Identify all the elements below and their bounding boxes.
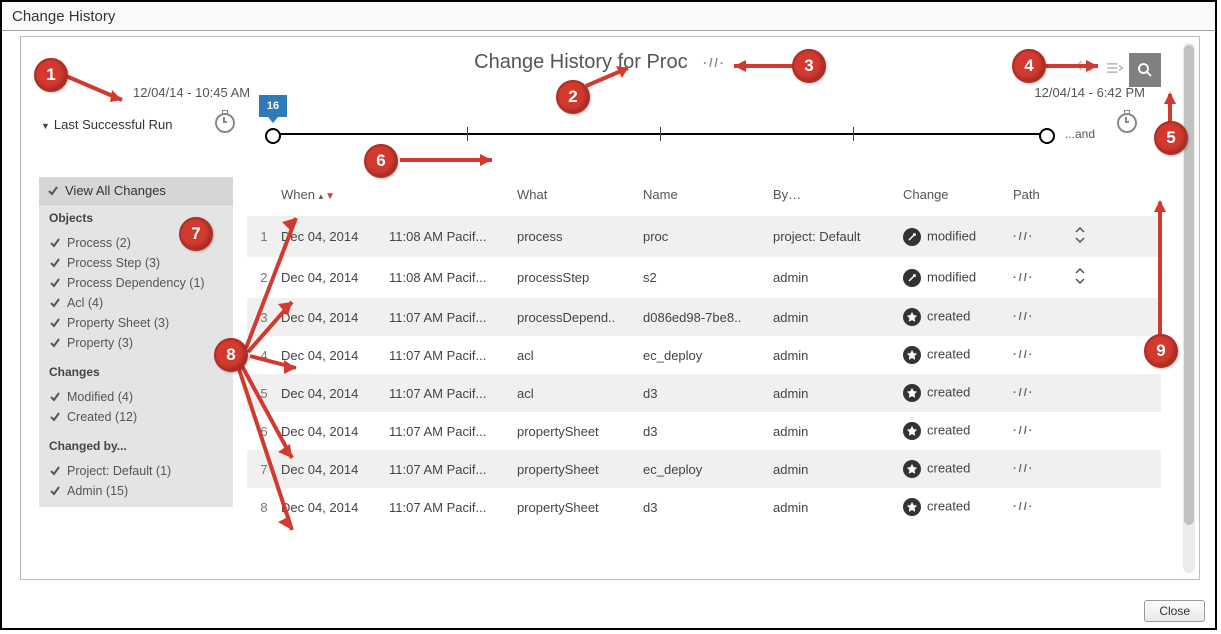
- created-icon: [903, 422, 921, 440]
- window-title: Change History: [2, 2, 1215, 31]
- col-when[interactable]: When ▴▼: [281, 187, 389, 202]
- clock-icon-start: [215, 113, 235, 133]
- content-panel: Change History for Proc ·//· 12/04/14 - …: [20, 36, 1200, 580]
- table-header: When ▴▼ What Name By… Change Path: [247, 177, 1161, 216]
- created-icon: [903, 346, 921, 364]
- sidebar-changedby-header: Changed by...: [39, 433, 233, 459]
- last-successful-run[interactable]: Last Successful Run: [41, 117, 172, 132]
- timeline-start-node[interactable]: [265, 128, 281, 144]
- check-icon: [49, 485, 61, 497]
- table-row[interactable]: 7 Dec 04, 2014 11:07 AM Pacif... propert…: [247, 450, 1161, 488]
- sidebar-view-all[interactable]: View All Changes: [39, 177, 233, 205]
- sidebar-filter-object[interactable]: Process Step (3): [39, 253, 233, 273]
- sidebar-filter-user[interactable]: Admin (15): [39, 481, 233, 501]
- check-icon: [49, 391, 61, 403]
- check-icon: [49, 257, 61, 269]
- sidebar-filter-user[interactable]: Project: Default (1): [39, 461, 233, 481]
- sidebar-filter-change[interactable]: Modified (4): [39, 387, 233, 407]
- close-button[interactable]: Close: [1144, 600, 1205, 622]
- window: Change History Change History for Proc ·…: [0, 0, 1217, 630]
- callout-5: 5: [1154, 121, 1188, 155]
- expand-icon[interactable]: [1073, 273, 1087, 288]
- timeline-flag[interactable]: 16: [259, 95, 287, 117]
- table-row[interactable]: 5 Dec 04, 2014 11:07 AM Pacif... acl d3 …: [247, 374, 1161, 412]
- callout-9: 9: [1144, 334, 1178, 368]
- check-icon: [49, 297, 61, 309]
- check-icon: [47, 185, 59, 197]
- timeline-end-node[interactable]: [1039, 128, 1055, 144]
- changes-table: When ▴▼ What Name By… Change Path 1 Dec …: [247, 177, 1161, 573]
- check-icon: [49, 465, 61, 477]
- callout-3: 3: [792, 49, 826, 83]
- modified-icon: [903, 228, 921, 246]
- col-change[interactable]: Change: [903, 187, 1013, 202]
- callout-6: 6: [364, 144, 398, 178]
- check-icon: [49, 237, 61, 249]
- created-icon: [903, 384, 921, 402]
- check-icon: [49, 317, 61, 329]
- clock-icon-end: [1117, 113, 1137, 133]
- sidebar-filter-object[interactable]: Process Dependency (1): [39, 273, 233, 293]
- search-button[interactable]: [1129, 53, 1161, 87]
- sidebar-filter-object[interactable]: Property Sheet (3): [39, 313, 233, 333]
- table-row[interactable]: 4 Dec 04, 2014 11:07 AM Pacif... acl ec_…: [247, 336, 1161, 374]
- callout-8: 8: [214, 338, 248, 372]
- table-row[interactable]: 1 Dec 04, 2014 11:08 AM Pacif... process…: [247, 216, 1161, 257]
- col-by[interactable]: By…: [773, 187, 903, 202]
- check-icon: [49, 411, 61, 423]
- modified-icon: [903, 269, 921, 287]
- page-title: Change History for Proc: [474, 51, 687, 73]
- table-row[interactable]: 6 Dec 04, 2014 11:07 AM Pacif... propert…: [247, 412, 1161, 450]
- sidebar-filter-change[interactable]: Created (12): [39, 407, 233, 427]
- table-row[interactable]: 2 Dec 04, 2014 11:08 AM Pacif... process…: [247, 257, 1161, 298]
- sidebar-filter-object[interactable]: Property (3): [39, 333, 233, 353]
- created-icon: [903, 498, 921, 516]
- callout-4: 4: [1012, 49, 1046, 83]
- created-icon: [903, 460, 921, 478]
- expand-icon[interactable]: [1073, 232, 1087, 247]
- table-row[interactable]: 3 Dec 04, 2014 11:07 AM Pacif... process…: [247, 298, 1161, 336]
- sidebar-filter-object[interactable]: Acl (4): [39, 293, 233, 313]
- timeline-and-label: ...and: [1065, 127, 1095, 141]
- col-path[interactable]: Path: [1013, 187, 1073, 202]
- col-what[interactable]: What: [517, 187, 643, 202]
- created-icon: [903, 308, 921, 326]
- check-icon: [49, 337, 61, 349]
- callout-7: 7: [179, 217, 213, 251]
- check-icon: [49, 277, 61, 289]
- sidebar-changes-header: Changes: [39, 359, 233, 385]
- date-start: 12/04/14 - 10:45 AM: [133, 85, 250, 100]
- col-name[interactable]: Name: [643, 187, 773, 202]
- callout-2: 2: [556, 80, 590, 114]
- table-row[interactable]: 8 Dec 04, 2014 11:07 AM Pacif... propert…: [247, 488, 1161, 526]
- callout-1: 1: [34, 58, 68, 92]
- date-end: 12/04/14 - 6:42 PM: [1034, 85, 1145, 100]
